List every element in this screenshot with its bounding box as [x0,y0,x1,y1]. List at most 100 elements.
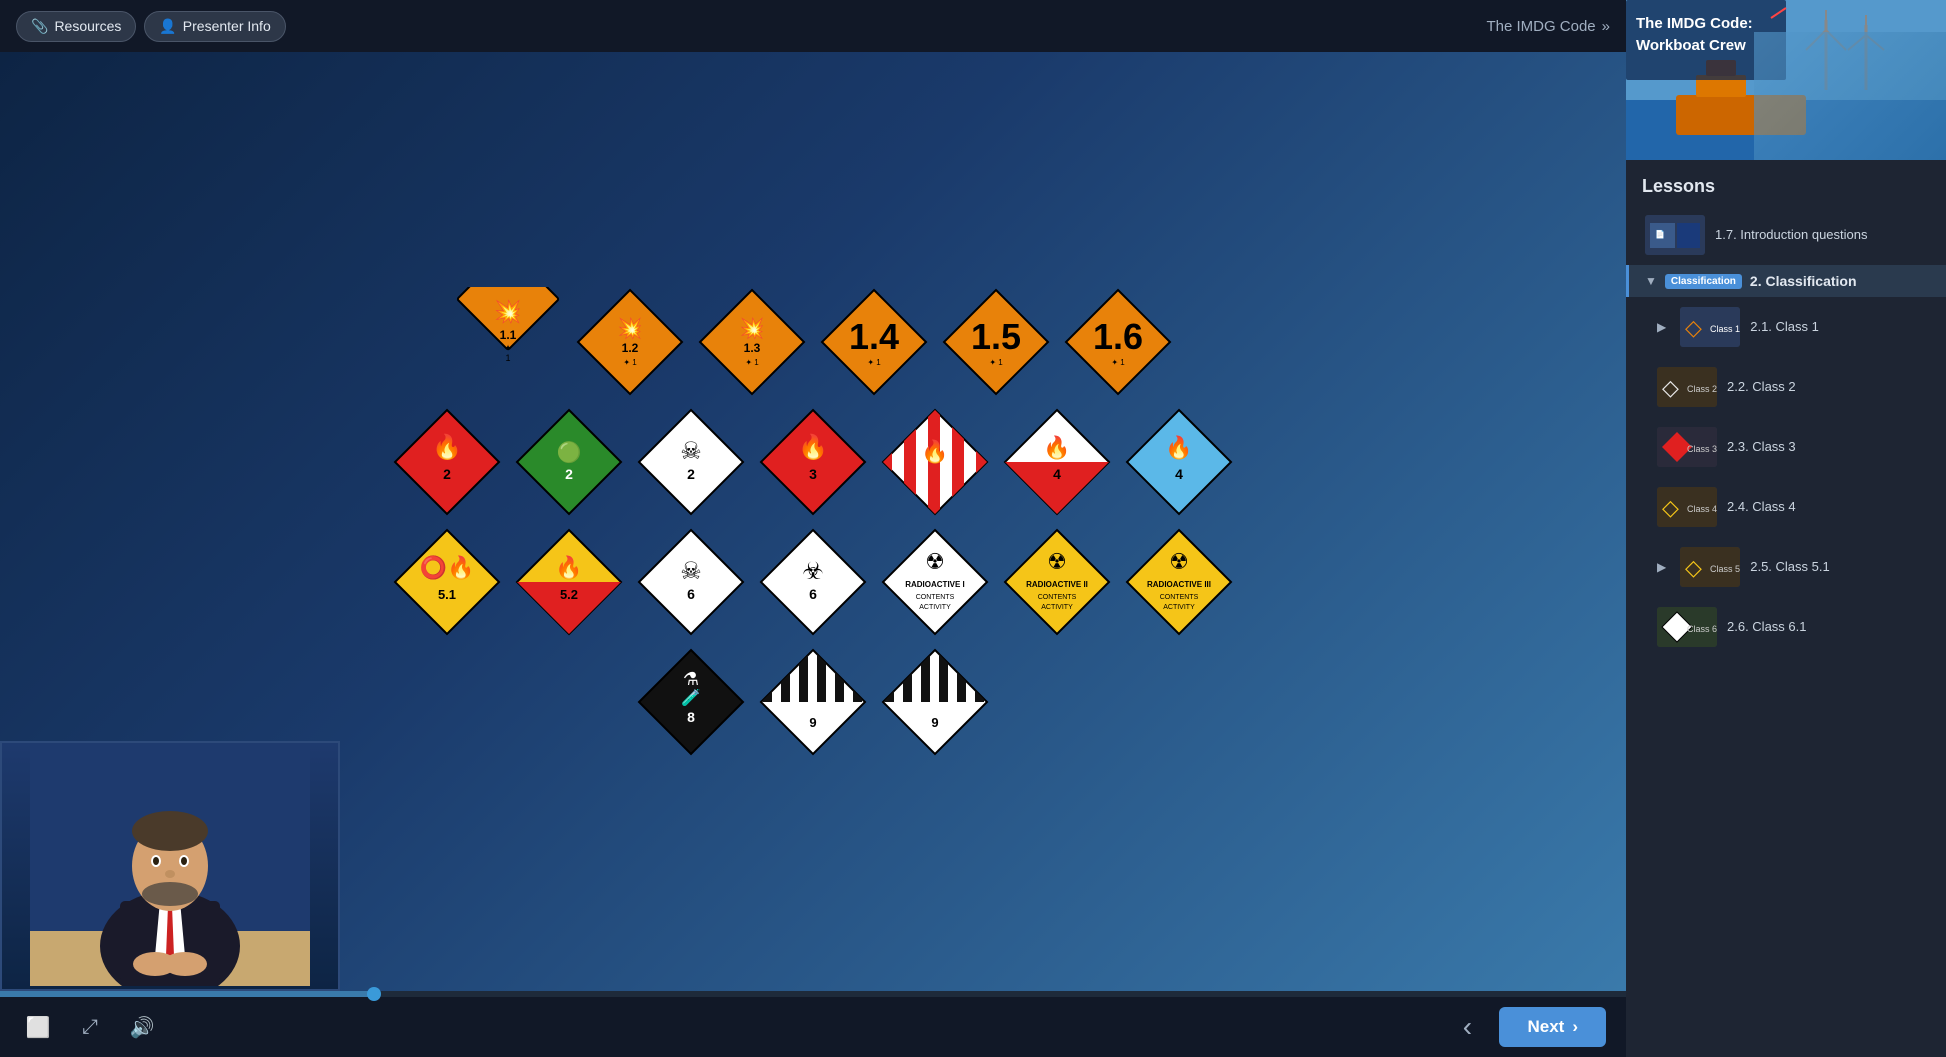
volume-icon: 🔊 [130,1015,155,1040]
presenter-info-label: Presenter Info [183,18,271,34]
expand-icon: ▶ [1657,320,1666,334]
lesson-thumb-class51: ◇ Class 5.1 [1680,547,1740,587]
svg-text:💥: 💥 [494,299,521,325]
breadcrumb-text: The IMDG Code [1486,18,1595,35]
svg-text:CONTENTS: CONTENTS [1038,594,1077,601]
svg-text:✦: ✦ [504,343,512,353]
next-arrow-icon: › [1572,1017,1578,1037]
hazmat-2-green: 🟢 2 [514,407,624,517]
svg-text:🔥: 🔥 [1043,435,1070,460]
top-bar-left: 📎 Resources 👤 Presenter Info [16,11,286,42]
presenter-figure [2,743,338,989]
hazmat-8: ⚗ 🧪 8 [636,647,746,757]
diamond-row-3: ⭕🔥 5.1 🔥 5.2 ☠ 6 [392,527,1234,637]
person-icon: 👤 [159,18,176,35]
svg-text:📄: 📄 [1655,229,1665,239]
bottom-right-controls: ‹ Next › [1447,1007,1606,1047]
svg-text:8: 8 [687,709,695,725]
hazmat-5-1: ⭕🔥 5.1 [392,527,502,637]
hazmat-2-skull: ☠ 2 [636,407,746,517]
svg-text:Class 5.1: Class 5.1 [1710,564,1740,574]
lesson-title-class51: 2.5. Class 5.1 [1750,559,1830,576]
svg-text:1.5: 1.5 [971,316,1021,357]
lesson-item-class61[interactable]: Class 6.1 2.6. Class 6.1 [1626,597,1946,657]
fullscreen-button[interactable]: ⤢ [72,1009,108,1045]
hazmat-6-bio: ☣ 6 [758,527,868,637]
progress-bar [0,991,374,997]
lesson-item-class1[interactable]: ▶ ◇ Class 1 2.1. Class 1 [1626,297,1946,357]
progress-dot [367,987,381,1001]
hazmat-9-a: 9 [758,647,868,757]
svg-text:RADIOACTIVE III: RADIOACTIVE III [1147,580,1211,589]
svg-text:☠: ☠ [680,558,702,585]
svg-text:🔥: 🔥 [1165,435,1192,460]
breadcrumb: The IMDG Code » [1486,18,1610,35]
svg-text:1.3: 1.3 [744,341,761,355]
svg-text:✦ 1: ✦ 1 [989,358,1003,367]
svg-text:2: 2 [443,466,451,482]
lesson-title-class61: 2.6. Class 6.1 [1727,619,1807,636]
svg-text:4: 4 [1053,466,1061,482]
svg-text:ACTIVITY: ACTIVITY [919,604,951,611]
svg-text:RADIOACTIVE I: RADIOACTIVE I [905,580,965,589]
progress-area [0,991,1626,997]
svg-text:◇: ◇ [1685,555,1702,580]
svg-text:☢: ☢ [925,549,945,574]
svg-text:☣: ☣ [802,558,824,585]
classification-label: Classification [1665,274,1742,289]
lesson-thumb-class61: Class 6.1 [1657,607,1717,647]
volume-button[interactable]: 🔊 [124,1009,160,1045]
svg-text:Class 4: Class 4 [1687,504,1717,514]
svg-text:🟢: 🟢 [557,440,582,464]
bottom-controls: ⬜ ⤢ 🔊 ‹ Next › [0,997,1626,1057]
diamond-row-2: 🔥 2 🟢 2 ☠ 2 🔥 [392,407,1234,517]
svg-text:5.2: 5.2 [560,587,578,602]
thumbnail-bg-image [1754,32,1946,160]
lesson-item-intro[interactable]: 📄 1.7. Introduction questions [1626,205,1946,265]
lesson-item-class4[interactable]: ◇ Class 4 2.4. Class 4 [1626,477,1946,537]
presenter-video [0,741,340,991]
svg-text:CONTENTS: CONTENTS [1160,594,1199,601]
lesson-thumb-intro: 📄 [1645,215,1705,255]
sidebar: The IMDG Code: Workboat Crew Lessons 📄 1… [1626,0,1946,1057]
lesson-title-class3: 2.3. Class 3 [1727,439,1796,456]
presenter-info-button[interactable]: 👤 Presenter Info [144,11,285,42]
svg-text:✦ 1: ✦ 1 [623,358,637,367]
resources-label: Resources [54,18,121,34]
svg-text:ACTIVITY: ACTIVITY [1163,604,1195,611]
svg-text:1.6: 1.6 [1093,316,1143,357]
svg-text:💥: 💥 [740,316,765,340]
lesson-thumb-class1: ◇ Class 1 [1680,307,1740,347]
svg-text:6: 6 [809,586,817,602]
svg-text:9: 9 [931,715,938,730]
prev-button[interactable]: ‹ [1447,1007,1487,1047]
lesson-title-class4: 2.4. Class 4 [1727,499,1796,516]
lesson-thumb-class3: Class 3 [1657,427,1717,467]
resources-button[interactable]: 📎 Resources [16,11,136,42]
hazmat-1-1: 💥 1.1 ✦ 1 [453,287,563,397]
svg-text:3: 3 [809,466,817,482]
lessons-header: Lessons [1626,160,1946,205]
next-button[interactable]: Next › [1499,1007,1606,1047]
captions-button[interactable]: ⬜ [20,1009,56,1045]
svg-text:RADIOACTIVE II: RADIOACTIVE II [1026,580,1088,589]
svg-text:✦ 1: ✦ 1 [867,358,881,367]
hazmat-radioactive-1: ☢ RADIOACTIVE I CONTENTS ACTIVITY [880,527,990,637]
diamond-row-1: 💥 1.1 ✦ 1 💥 1.2 ✦ 1 💥 1 [453,287,1173,397]
svg-text:6: 6 [687,586,695,602]
chevron-icon: ▼ [1645,274,1657,288]
lesson-title-class1: 2.1. Class 1 [1750,319,1819,336]
classification-title: 2. Classification [1750,273,1857,289]
paperclip-icon: 📎 [31,18,48,35]
lesson-item-class3[interactable]: Class 3 2.3. Class 3 [1626,417,1946,477]
svg-text:🔥: 🔥 [798,433,828,461]
section-classification[interactable]: ▼ Classification 2. Classification [1626,265,1946,297]
svg-text:💥: 💥 [618,316,643,340]
svg-text:Class 2: Class 2 [1687,384,1717,394]
main-area: 📎 Resources 👤 Presenter Info The IMDG Co… [0,0,1626,1057]
lesson-item-class51[interactable]: ▶ ◇ Class 5.1 2.5. Class 5.1 [1626,537,1946,597]
svg-text:✦ 1: ✦ 1 [1111,358,1125,367]
svg-text:Class 6.1: Class 6.1 [1687,624,1717,634]
lesson-item-class2[interactable]: ◇ Class 2 2.2. Class 2 [1626,357,1946,417]
svg-text:🧪: 🧪 [681,689,701,707]
